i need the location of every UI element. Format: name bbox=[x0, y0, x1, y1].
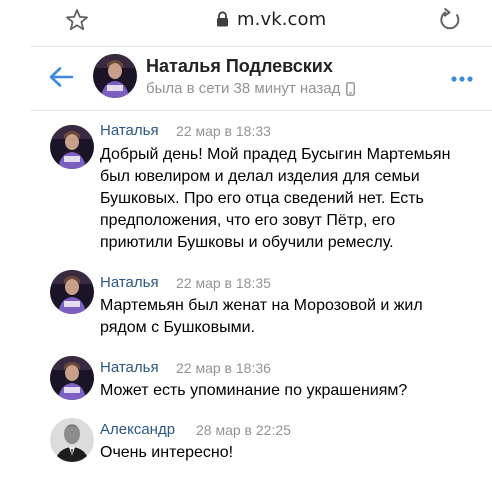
message: Наталья 22 мар в 18:36 Может есть упомин… bbox=[0, 356, 492, 403]
message-text-line: Добрый день! Мой прадед Бусыгин Мартемья… bbox=[100, 146, 451, 163]
message-author[interactable]: Александр bbox=[100, 421, 175, 438]
toolbar-divider bbox=[30, 46, 492, 47]
message-author[interactable]: Наталья bbox=[100, 122, 159, 139]
online-status-text: была в сети 38 минут назад bbox=[146, 80, 341, 97]
message-text-line: рядом с Бушковыми. bbox=[100, 319, 255, 336]
message-text-line: был ювелиром и делал изделия для семьи bbox=[100, 168, 420, 185]
message-text-line: Бушковых. Про его отца сведений нет. Ест… bbox=[100, 190, 424, 207]
message: Наталья 22 мар в 18:35 Мартемьян был жен… bbox=[0, 270, 492, 340]
message-time: 22 мар в 18:36 bbox=[176, 360, 271, 376]
avatar[interactable] bbox=[50, 125, 94, 169]
message-time: 28 мар в 22:25 bbox=[196, 422, 291, 438]
message: Александр 28 мар в 22:25 Очень интересно… bbox=[0, 418, 492, 471]
header-divider bbox=[30, 110, 492, 111]
message-text: Очень интересно! bbox=[100, 442, 485, 464]
conversation-header: Наталья Подлевских была в сети 38 минут … bbox=[0, 48, 492, 108]
mobile-phone-icon bbox=[346, 81, 356, 96]
message-author[interactable]: Наталья bbox=[100, 274, 159, 291]
more-dots-icon[interactable] bbox=[451, 76, 473, 82]
contact-name[interactable]: Наталья Подлевских bbox=[146, 56, 333, 77]
message-time: 22 мар в 18:33 bbox=[176, 123, 271, 139]
message-text: Добрый день! Мой прадед Бусыгин Мартемья… bbox=[100, 144, 485, 254]
address-bar[interactable]: m.vk.com bbox=[216, 8, 326, 30]
avatar[interactable] bbox=[50, 418, 94, 462]
avatar[interactable] bbox=[50, 356, 94, 400]
message-text: Может есть упоминание по украшениям? bbox=[100, 380, 485, 402]
online-status: была в сети 38 минут назад bbox=[146, 80, 356, 97]
message-time: 22 мар в 18:35 bbox=[176, 275, 271, 291]
message-text-line: предположения, что его зовут Пётр, его bbox=[100, 212, 396, 229]
message-text-line: приютили Бушковы и обучили ремеслу. bbox=[100, 234, 394, 251]
message-author[interactable]: Наталья bbox=[100, 359, 159, 376]
lock-icon bbox=[217, 11, 228, 27]
star-icon[interactable] bbox=[64, 7, 90, 33]
message-text: Мартемьян был женат на Морозовой и жил р… bbox=[100, 295, 485, 339]
avatar[interactable] bbox=[50, 270, 94, 314]
message: Наталья 22 мар в 18:33 Добрый день! Мой … bbox=[0, 122, 492, 262]
back-arrow-icon[interactable] bbox=[48, 66, 74, 88]
message-text-line: Очень интересно! bbox=[100, 444, 234, 461]
browser-toolbar: m.vk.com bbox=[0, 0, 492, 44]
url-text: m.vk.com bbox=[237, 8, 327, 30]
message-text-line: Может есть упоминание по украшениям? bbox=[100, 382, 408, 399]
avatar[interactable] bbox=[93, 54, 137, 98]
reload-icon[interactable] bbox=[438, 7, 462, 33]
message-text-line: Мартемьян был женат на Морозовой и жил bbox=[100, 297, 423, 314]
